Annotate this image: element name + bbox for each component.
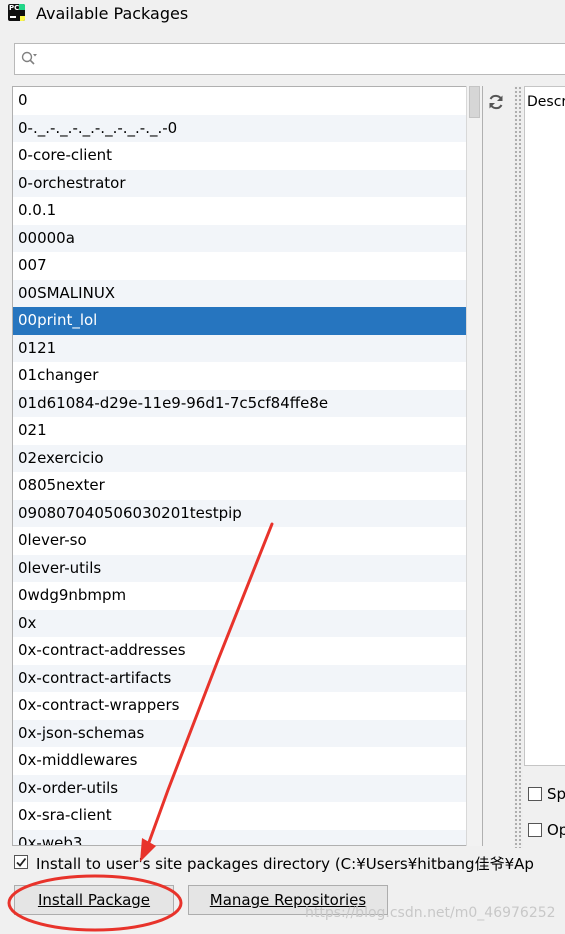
package-row[interactable]: 0x-contract-wrappers [13, 692, 479, 720]
package-row[interactable]: 0805nexter [13, 472, 479, 500]
package-list-scrollbar[interactable] [466, 86, 482, 846]
package-row[interactable]: 02exercicio [13, 444, 479, 472]
title-bar: PC Available Packages [0, 0, 565, 30]
package-row[interactable]: 0x-contract-artifacts [13, 664, 479, 692]
package-list[interactable]: 0 0-._.-._.-._.-._.-._.-._.-0 0-core-clien… [13, 87, 479, 845]
package-row[interactable]: 0x-middlewares [13, 747, 479, 775]
specify-version-label: Sp [547, 785, 565, 803]
options-label: Op [547, 821, 565, 839]
package-row[interactable]: 021 [13, 417, 479, 445]
search-icon[interactable] [21, 51, 37, 67]
search-box[interactable] [14, 43, 565, 75]
package-row[interactable]: 0x-json-schemas [13, 719, 479, 747]
package-row[interactable]: 090807040506030201testpip [13, 499, 479, 527]
package-row[interactable]: 0 [13, 87, 479, 115]
package-row[interactable]: 0lever-so [13, 527, 479, 555]
package-row[interactable]: 0lever-utils [13, 554, 479, 582]
package-row[interactable]: 0x [13, 609, 479, 637]
specify-version-checkbox[interactable] [528, 787, 542, 801]
package-row[interactable]: 01changer [13, 362, 479, 390]
install-package-label: Install Package [37, 891, 151, 909]
install-to-user-label: Install to user's site packages director… [36, 855, 534, 873]
description-panel: Descr [524, 86, 565, 766]
checkmark-icon [16, 857, 27, 867]
watermark-text: https://blog.csdn.net/m0_46976252 [305, 905, 556, 921]
package-row[interactable]: 007 [13, 252, 479, 280]
search-input[interactable] [59, 48, 543, 72]
package-row[interactable]: 0-core-client [13, 142, 479, 170]
package-row[interactable]: 0x-order-utils [13, 774, 479, 802]
scrollbar-thumb[interactable] [469, 86, 480, 118]
package-row[interactable]: 00000a [13, 224, 479, 252]
panel-splitter[interactable] [514, 86, 523, 848]
window-title: Available Packages [36, 4, 189, 23]
package-row[interactable]: 0x-web3 [13, 829, 479, 845]
options-checkbox[interactable] [528, 823, 542, 837]
refresh-icon[interactable] [486, 92, 506, 112]
package-row[interactable]: 0.0.1 [13, 197, 479, 225]
package-list-panel: 0 0-._.-._.-._.-._.-._.-._.-0 0-core-clien… [12, 86, 483, 846]
install-to-user-checkbox[interactable] [14, 855, 28, 869]
package-row[interactable]: 00print_lol [13, 307, 479, 335]
package-row[interactable]: 0-orchestrator [13, 169, 479, 197]
package-row[interactable]: 0x-sra-client [13, 802, 479, 830]
package-row[interactable]: 00SMALINUX [13, 279, 479, 307]
install-package-button[interactable]: Install Package [14, 885, 174, 915]
package-row[interactable]: 0wdg9nbmpm [13, 582, 479, 610]
pycharm-logo-icon: PC [8, 4, 25, 21]
description-label: Descr [527, 94, 565, 110]
package-row[interactable]: 0121 [13, 334, 479, 362]
package-row[interactable]: 0x-contract-addresses [13, 637, 479, 665]
package-row[interactable]: 0-._.-._.-._.-._.-._.-._.-0 [13, 114, 479, 142]
package-row[interactable]: 01d61084-d29e-11e9-96d1-7c5cf84ffe8e [13, 389, 479, 417]
